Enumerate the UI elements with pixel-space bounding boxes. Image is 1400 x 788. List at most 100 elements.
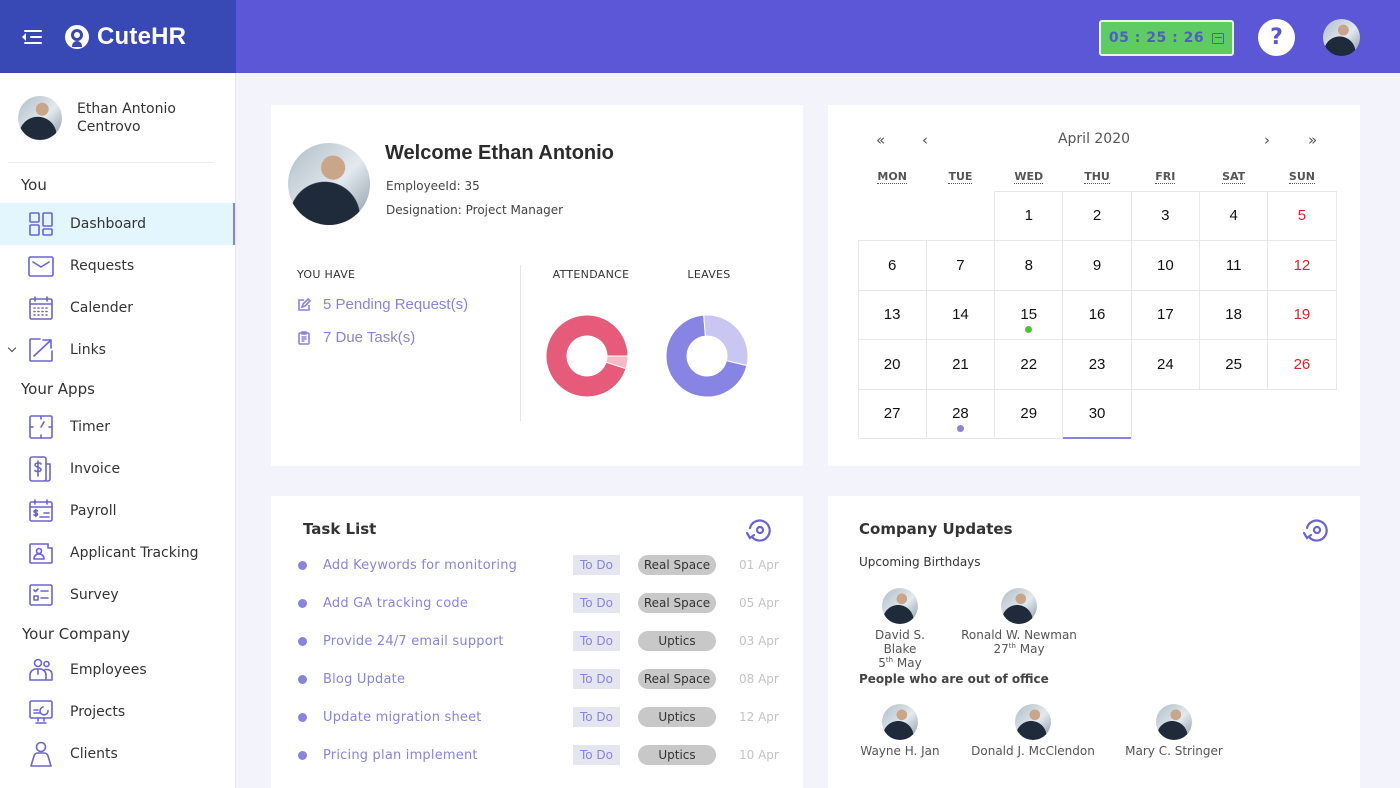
calendar-day[interactable]: 21 (925, 339, 996, 390)
user-name-line2: Centrovo (77, 118, 141, 135)
next-month-button[interactable]: › (1264, 131, 1270, 149)
chevron-down-icon[interactable] (7, 343, 17, 353)
calendar-day[interactable]: 24 (1130, 339, 1200, 390)
sidebar-item-employees[interactable]: Employees (0, 649, 235, 691)
out-of-office-person[interactable]: Wayne H. Jan (859, 704, 941, 758)
calendar-month-title[interactable]: April 2020 (828, 131, 1360, 147)
calendar-day[interactable]: 7 (925, 240, 996, 291)
calendar-day[interactable]: 13 (857, 289, 927, 340)
avatar (1015, 704, 1051, 740)
task-due-date: 01 Apr (739, 558, 779, 572)
birthday-person[interactable]: Ronald W. Newman 27th May (959, 588, 1079, 656)
attendance-donut-chart (545, 314, 629, 398)
calendar-grid: MON TUE WED THU FRI SAT SUN 1 2 3 4 5 6 7 8 9 10 11 12 13 1… (857, 170, 1337, 439)
task-name[interactable]: Update migration sheet (323, 710, 573, 725)
next-year-button[interactable]: » (1308, 131, 1317, 149)
task-status-badge[interactable]: To Do (573, 669, 620, 689)
client-icon (28, 741, 54, 767)
task-row: Blog Update To Do Real Space 08 Apr (298, 667, 788, 691)
survey-icon (28, 582, 54, 608)
calendar-day[interactable]: 12 (1267, 240, 1337, 291)
pending-requests-link[interactable]: 5 Pending Request(s) (297, 296, 468, 313)
section-you: You (21, 176, 47, 194)
event-dot (1025, 326, 1033, 333)
refresh-icon[interactable] (1302, 516, 1330, 544)
calendar-day[interactable]: 27 (857, 388, 927, 439)
sidebar-item-calender[interactable]: Calender (0, 287, 235, 329)
calendar-day[interactable]: 2 (1062, 190, 1132, 241)
calendar-day[interactable]: 5 (1267, 190, 1337, 241)
sidebar-item-invoice[interactable]: Invoice (0, 448, 235, 490)
calendar-day[interactable]: 16 (1062, 289, 1132, 340)
weekday-label: TUE (948, 170, 973, 184)
sidebar-user[interactable]: Ethan Antonio Centrovo (8, 73, 213, 163)
refresh-icon[interactable] (745, 516, 773, 544)
due-tasks-link[interactable]: 7 Due Task(s) (297, 329, 415, 346)
calendar-day[interactable]: 4 (1198, 190, 1269, 241)
sidebar-item-applicant-tracking[interactable]: Applicant Tracking (0, 532, 235, 574)
task-bullet (298, 674, 307, 684)
sidebar-item-payroll[interactable]: Payroll (0, 490, 235, 532)
weekday-label: THU (1084, 170, 1110, 184)
clock-out-timer-button[interactable]: 05 : 25 : 26 (1099, 20, 1234, 56)
user-name-line1: Ethan Antonio (77, 100, 176, 117)
task-project-tag: Real Space (638, 555, 716, 575)
calendar-day[interactable]: 15 (994, 289, 1064, 340)
task-row: Add Keywords for monitoring To Do Real Spa… (298, 553, 788, 577)
out-of-office-title: People who are out of office (859, 672, 1049, 686)
calendar-day[interactable]: 6 (857, 240, 927, 291)
sidebar-item-clients[interactable]: Clients (0, 733, 235, 775)
calendar-day[interactable]: 26 (1267, 339, 1337, 390)
leaves-slice-1 (703, 314, 749, 367)
calendar-day[interactable]: 28 (925, 388, 996, 439)
calendar-day[interactable]: 3 (1130, 190, 1200, 241)
weekday-header: MON TUE WED THU FRI SAT SUN (858, 170, 1336, 190)
calendar-day[interactable]: 19 (1267, 289, 1337, 340)
section-your-company: Your Company (22, 625, 131, 643)
sidebar-item-survey[interactable]: Survey (0, 574, 235, 616)
birthday-person[interactable]: David S. Blake 5th May (859, 588, 941, 670)
task-status-badge[interactable]: To Do (573, 593, 620, 613)
sidebar-item-label: Invoice (70, 461, 121, 477)
out-of-office-person[interactable]: Donald J. McClendon (968, 704, 1098, 758)
calendar-day[interactable]: 9 (1062, 240, 1132, 291)
calendar-day[interactable]: 25 (1198, 339, 1269, 390)
calendar-day[interactable]: 29 (994, 388, 1064, 439)
menu-toggle-icon[interactable] (22, 29, 42, 45)
sidebar-item-label: Applicant Tracking (70, 545, 199, 561)
user-avatar-menu[interactable] (1323, 19, 1360, 56)
task-status-badge[interactable]: To Do (573, 707, 620, 727)
calendar-day[interactable]: 20 (857, 339, 927, 390)
calendar-day[interactable]: 10 (1130, 240, 1200, 291)
calendar-day[interactable]: 30 (1062, 388, 1132, 439)
sidebar-item-label: Timer (70, 419, 111, 435)
sidebar-item-projects[interactable]: Projects (0, 691, 235, 733)
task-status-badge[interactable]: To Do (573, 555, 620, 575)
logo[interactable]: CuteHR (65, 23, 186, 51)
task-name[interactable]: Blog Update (323, 672, 573, 687)
calendar-day[interactable]: 11 (1198, 240, 1269, 291)
task-status-badge[interactable]: To Do (573, 631, 620, 651)
sidebar-item-links[interactable]: Links (0, 329, 235, 371)
sidebar-item-requests[interactable]: Requests (0, 245, 235, 287)
task-name[interactable]: Pricing plan implement (323, 748, 573, 763)
calendar-day[interactable]: 22 (994, 339, 1064, 390)
task-name[interactable]: Provide 24/7 email support (323, 634, 573, 649)
help-button[interactable]: ? (1258, 19, 1295, 56)
sidebar-item-dashboard[interactable]: Dashboard (0, 203, 235, 245)
person-name: Donald J. McClendon (971, 744, 1095, 758)
out-of-office-person[interactable]: Mary C. Stringer (1124, 704, 1224, 758)
calendar-day[interactable]: 23 (1062, 339, 1132, 390)
attendance-label: ATTENDANCE (552, 268, 630, 281)
task-status-badge[interactable]: To Do (573, 745, 620, 765)
task-name[interactable]: Add GA tracking code (323, 596, 573, 611)
calendar-day[interactable]: 14 (925, 289, 996, 340)
task-name[interactable]: Add Keywords for monitoring (323, 558, 573, 573)
calendar-day[interactable]: 8 (994, 240, 1064, 291)
calendar-day[interactable]: 18 (1198, 289, 1269, 340)
calendar-day[interactable]: 17 (1130, 289, 1200, 340)
calendar-day[interactable]: 1 (994, 190, 1064, 241)
employees-icon (28, 657, 54, 683)
sidebar-item-timer[interactable]: Timer (0, 406, 235, 448)
due-tasks-text: 7 Due Task(s) (323, 329, 416, 346)
